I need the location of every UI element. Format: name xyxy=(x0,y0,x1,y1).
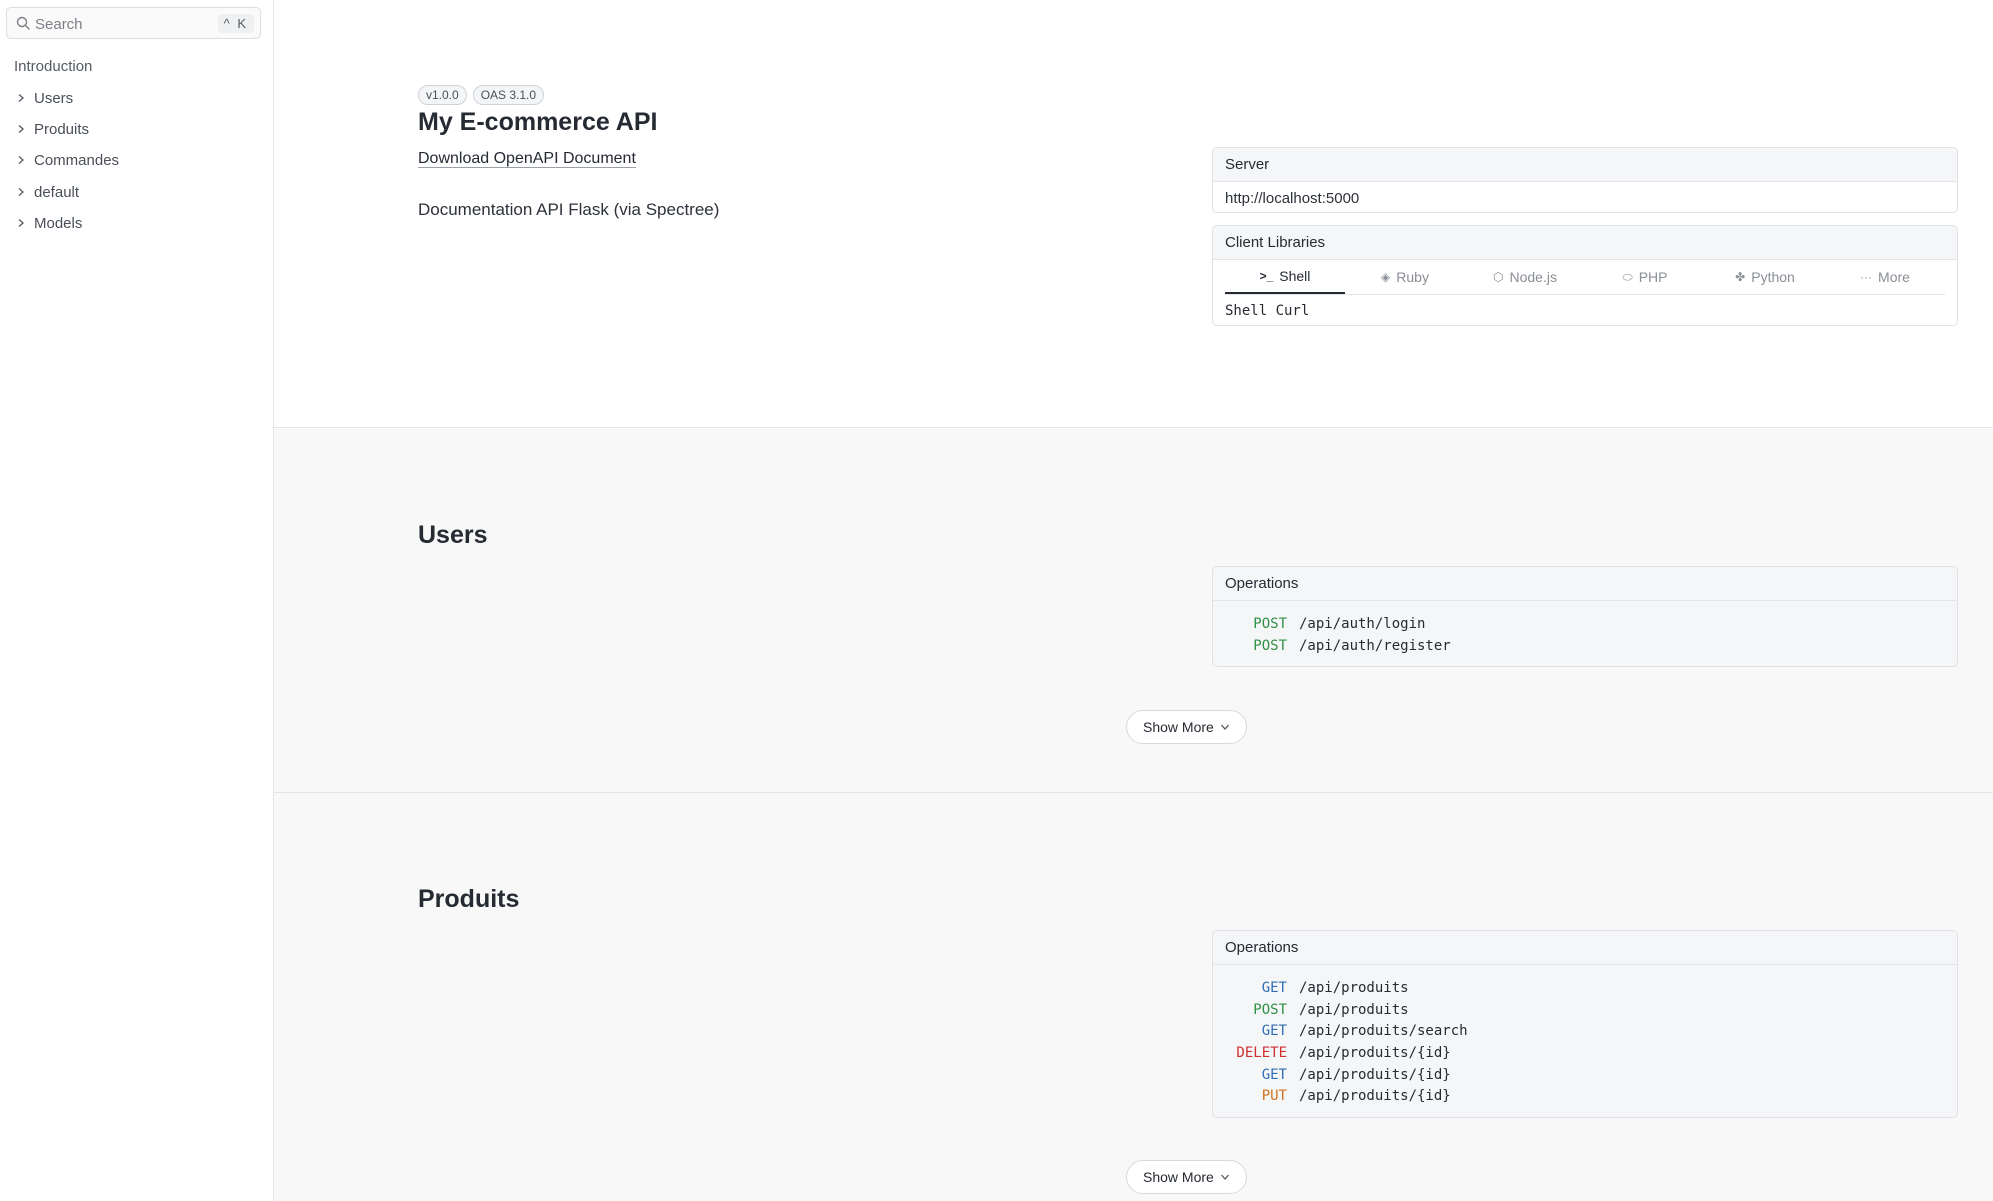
selected-client-label: Shell Curl xyxy=(1225,303,1310,319)
operations-header: Operations xyxy=(1213,567,1957,601)
show-more-button[interactable]: Show More xyxy=(1126,1160,1247,1194)
chevron-right-icon xyxy=(14,216,28,230)
method-label: DELETE xyxy=(1236,1044,1287,1061)
section-title-users: Users xyxy=(418,521,488,549)
search-placeholder: Search xyxy=(35,16,83,33)
operation-path: /api/produits xyxy=(1299,979,1409,996)
sidebar-item-users[interactable]: Users xyxy=(14,86,73,110)
version-badge: v1.0.0 xyxy=(418,85,467,105)
search-icon xyxy=(16,16,30,30)
sidebar-item-label: Users xyxy=(34,89,74,107)
chevron-right-icon xyxy=(14,91,28,105)
chevron-down-icon xyxy=(1220,724,1229,730)
operation-path: /api/produits/search xyxy=(1299,1023,1468,1040)
produits-section: Produits Operations GET /api/produits PO… xyxy=(274,793,1993,1201)
operation-path: /api/auth/register xyxy=(1299,637,1451,654)
version-badges: v1.0.0 OAS 3.1.0 xyxy=(418,85,545,105)
operation-path: /api/produits/{id} xyxy=(1299,1044,1451,1061)
operation-row[interactable]: POST /api/auth/login xyxy=(1225,613,1945,635)
sidebar-item-introduction[interactable]: Introduction xyxy=(14,58,92,75)
chevron-right-icon xyxy=(14,122,28,136)
sidebar-item-label: Produits xyxy=(34,120,90,138)
method-label: PUT xyxy=(1261,1088,1287,1105)
client-libraries-card: Client Libraries >_ Shell ◈ Ruby ⬡ Node.… xyxy=(1212,225,1958,326)
section-title-produits: Produits xyxy=(418,885,520,913)
method-label: POST xyxy=(1253,637,1287,654)
method-label: POST xyxy=(1253,1001,1287,1018)
introduction-section: v1.0.0 OAS 3.1.0 My E-commerce API Downl… xyxy=(274,0,1993,428)
produits-operations-card: Operations GET /api/produits POST /api/p… xyxy=(1212,930,1958,1118)
sidebar-item-label: default xyxy=(34,183,80,201)
operation-path: /api/produits/{id} xyxy=(1299,1088,1451,1105)
page-title: My E-commerce API xyxy=(418,108,658,136)
tab-more[interactable]: ··· More xyxy=(1825,260,1945,294)
users-operations-card: Operations POST /api/auth/login POST /ap… xyxy=(1212,566,1958,667)
oas-version-badge: OAS 3.1.0 xyxy=(472,85,545,105)
tab-ruby[interactable]: ◈ Ruby xyxy=(1345,260,1465,294)
operations-list: GET /api/produits POST /api/produits GET… xyxy=(1213,965,1957,1117)
search-shortcut-badge: ^ K xyxy=(217,14,254,33)
sidebar-item-label: Commandes xyxy=(34,151,120,169)
operation-row[interactable]: DELETE /api/produits/{id} xyxy=(1225,1042,1945,1064)
operation-path: /api/auth/login xyxy=(1299,615,1426,632)
download-openapi-link[interactable]: Download OpenAPI Document xyxy=(418,150,636,168)
terminal-icon: >_ xyxy=(1259,269,1274,283)
tab-label: Node.js xyxy=(1509,269,1557,285)
python-icon: ✤ xyxy=(1735,270,1746,284)
chevron-right-icon xyxy=(14,153,28,167)
server-card: Server http://localhost:5000 xyxy=(1212,147,1958,213)
sidebar-item-default[interactable]: default xyxy=(14,180,79,204)
sidebar-item-label: Models xyxy=(34,214,83,232)
tab-nodejs[interactable]: ⬡ Node.js xyxy=(1465,260,1585,294)
tab-label: Ruby xyxy=(1396,269,1429,285)
sidebar-item-commandes[interactable]: Commandes xyxy=(14,148,119,172)
php-icon: ⬭ xyxy=(1622,269,1633,284)
operation-row[interactable]: POST /api/produits xyxy=(1225,999,1945,1021)
operation-row[interactable]: PUT /api/produits/{id} xyxy=(1225,1085,1945,1107)
operation-row[interactable]: GET /api/produits xyxy=(1225,977,1945,999)
ruby-icon: ◈ xyxy=(1381,270,1391,284)
client-libraries-header: Client Libraries xyxy=(1213,226,1957,260)
method-label: GET xyxy=(1261,979,1287,996)
sidebar: Search ^ K Introduction Users Produits C… xyxy=(0,0,274,1201)
api-description: Documentation API Flask (via Spectree) xyxy=(418,200,720,219)
tab-label: Python xyxy=(1751,269,1795,285)
sidebar-item-produits[interactable]: Produits xyxy=(14,117,89,141)
operation-row[interactable]: GET /api/produits/{id} xyxy=(1225,1064,1945,1086)
show-more-label: Show More xyxy=(1143,1169,1214,1185)
method-label: GET xyxy=(1261,1066,1287,1083)
method-label: POST xyxy=(1253,615,1287,632)
tab-python[interactable]: ✤ Python xyxy=(1705,260,1825,294)
users-section: Users Operations POST /api/auth/login PO… xyxy=(274,429,1993,793)
show-more-label: Show More xyxy=(1143,719,1214,735)
nodejs-icon: ⬡ xyxy=(1493,270,1504,284)
sidebar-item-models[interactable]: Models xyxy=(14,211,82,235)
chevron-down-icon xyxy=(1220,1174,1229,1180)
operation-row[interactable]: POST /api/auth/register xyxy=(1225,635,1945,657)
server-header: Server xyxy=(1213,148,1957,182)
show-more-button[interactable]: Show More xyxy=(1126,710,1247,744)
main-content: v1.0.0 OAS 3.1.0 My E-commerce API Downl… xyxy=(274,0,1993,1201)
search-input[interactable]: Search ^ K xyxy=(6,7,261,39)
method-label: GET xyxy=(1261,1023,1287,1040)
tab-label: More xyxy=(1878,269,1910,285)
chevron-right-icon xyxy=(14,185,28,199)
more-icon: ··· xyxy=(1860,270,1873,284)
operation-path: /api/produits xyxy=(1299,1001,1409,1018)
operation-row[interactable]: GET /api/produits/search xyxy=(1225,1020,1945,1042)
operation-path: /api/produits/{id} xyxy=(1299,1066,1451,1083)
client-library-tabs: >_ Shell ◈ Ruby ⬡ Node.js ⬭ PHP ✤ Python… xyxy=(1225,260,1945,295)
tab-label: PHP xyxy=(1638,269,1668,285)
operations-list: POST /api/auth/login POST /api/auth/regi… xyxy=(1213,601,1957,666)
operations-header: Operations xyxy=(1213,931,1957,965)
tab-label: Shell xyxy=(1279,268,1311,284)
tab-shell[interactable]: >_ Shell xyxy=(1225,260,1345,294)
tab-php[interactable]: ⬭ PHP xyxy=(1585,260,1705,294)
server-url[interactable]: http://localhost:5000 xyxy=(1213,182,1957,212)
